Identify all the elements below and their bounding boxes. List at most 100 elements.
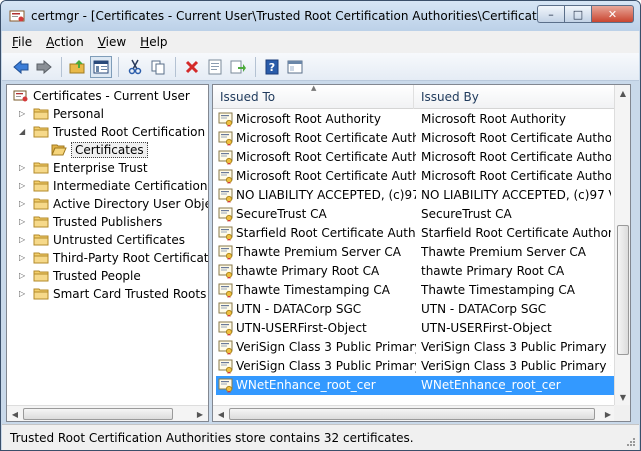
- tree-item[interactable]: ▷ Third-Party Root Certification: [19, 249, 208, 267]
- list-hscroll-thumb[interactable]: [229, 408, 595, 420]
- scrollbar-corner: [614, 405, 630, 421]
- issued-by-cell: UTN-USERFirst-Object: [421, 321, 552, 335]
- certificate-row[interactable]: SecureTrust CA SecureTrust CA: [216, 205, 616, 224]
- issued-by-cell: Starfield Root Certificate Authorit...: [421, 226, 611, 240]
- certificate-list[interactable]: Issued To ▲ Issued By Microsoft Root Aut…: [212, 84, 631, 422]
- certificate-icon: [218, 150, 233, 165]
- expand-icon[interactable]: ▷: [19, 181, 28, 190]
- tree-item[interactable]: Certificates: [51, 141, 148, 159]
- certificate-row[interactable]: Thawte Timestamping CA Thawte Timestampin…: [216, 281, 616, 300]
- cut-icon: [128, 59, 142, 74]
- issued-to-cell: Thawte Premium Server CA: [236, 245, 401, 259]
- tree-item[interactable]: ▷ Untrusted Certificates: [19, 231, 185, 249]
- expand-icon[interactable]: ▷: [19, 199, 28, 208]
- tree-item[interactable]: ▷ Intermediate Certification Au: [19, 177, 208, 195]
- title-bar[interactable]: certmgr - [Certificates - Current User\T…: [1, 1, 640, 31]
- tree-item-label: Personal: [53, 107, 105, 121]
- certificate-row[interactable]: Starfield Root Certificate Autho... Starf…: [216, 224, 616, 243]
- issued-by-cell: Microsoft Root Authority: [421, 112, 566, 126]
- expand-icon[interactable]: ▷: [19, 109, 28, 118]
- expand-icon[interactable]: ▷: [19, 253, 28, 262]
- tree-horizontal-scrollbar[interactable]: ◀ ▶: [7, 405, 208, 421]
- certificate-row[interactable]: Microsoft Root Certificate Auth... Micros…: [216, 129, 616, 148]
- certificate-row[interactable]: Microsoft Root Certificate Auth... Micros…: [216, 148, 616, 167]
- close-button[interactable]: ✕: [591, 5, 634, 23]
- column-issued-to[interactable]: Issued To ▲: [213, 85, 414, 109]
- collapse-icon[interactable]: ◢: [19, 127, 28, 136]
- maximize-button[interactable]: □: [564, 5, 591, 23]
- menu-help[interactable]: Help: [140, 35, 167, 49]
- certificate-icon: [218, 264, 233, 279]
- forward-button[interactable]: [33, 56, 55, 78]
- tree-item[interactable]: ▷ Active Directory User Object: [19, 195, 208, 213]
- console-button[interactable]: [284, 56, 306, 78]
- menu-bar: File Action View Help: [2, 31, 639, 53]
- resize-grip-icon[interactable]: [626, 437, 636, 447]
- issued-by-cell: Thawte Premium Server CA: [421, 245, 586, 259]
- up-one-level-button[interactable]: [67, 56, 89, 78]
- certificate-row[interactable]: UTN - DATACorp SGC UTN - DATACorp SGC: [216, 300, 616, 319]
- certificate-row[interactable]: Thawte Premium Server CA Thawte Premium S…: [216, 243, 616, 262]
- toolbar-separator: [255, 56, 256, 77]
- certificate-icon: [218, 245, 233, 260]
- list-horizontal-scrollbar[interactable]: ◀ ▶: [213, 405, 616, 421]
- status-bar: Trusted Root Certification Authorities s…: [2, 424, 639, 450]
- expand-icon[interactable]: ▷: [19, 289, 28, 298]
- properties-icon: [208, 59, 222, 74]
- certificate-icon: [218, 131, 233, 146]
- back-button[interactable]: [10, 56, 32, 78]
- certificate-icon: [218, 340, 233, 355]
- help-button[interactable]: ?: [261, 56, 283, 78]
- minimize-button[interactable]: –: [537, 5, 564, 23]
- folder-icon: [33, 198, 49, 210]
- list-vscroll-thumb[interactable]: [617, 225, 629, 355]
- copy-button[interactable]: [147, 56, 169, 78]
- scroll-right-arrow-icon[interactable]: ▶: [192, 406, 208, 421]
- scroll-up-arrow-icon[interactable]: ▲: [615, 85, 630, 101]
- expand-icon[interactable]: ▷: [19, 271, 28, 280]
- menu-file[interactable]: File: [12, 35, 32, 49]
- tree-item[interactable]: ▷ Trusted People: [19, 267, 141, 285]
- tree-item[interactable]: ▷ Trusted Publishers: [19, 213, 162, 231]
- toolbar-separator: [118, 56, 119, 77]
- delete-button[interactable]: [181, 56, 203, 78]
- certificate-row[interactable]: Microsoft Root Certificate Auth... Micros…: [216, 167, 616, 186]
- certificate-row[interactable]: WNetEnhance_root_cer WNetEnhance_root_cer: [216, 376, 616, 395]
- certificate-icon: [218, 302, 233, 317]
- show-hide-tree-button[interactable]: [90, 55, 112, 78]
- tree-item-label: Certificates: [71, 142, 148, 158]
- tree-item[interactable]: ▷ Personal: [19, 105, 105, 123]
- certificate-row[interactable]: UTN-USERFirst-Object UTN-USERFirst-Object: [216, 319, 616, 338]
- certificate-row[interactable]: thawte Primary Root CA thawte Primary Roo…: [216, 262, 616, 281]
- menu-view[interactable]: View: [98, 35, 126, 49]
- tree-item[interactable]: Certificates - Current User: [13, 87, 190, 105]
- issued-by-cell: VeriSign Class 3 Public Primary Ce...: [421, 359, 611, 373]
- menu-help-accel: H: [140, 35, 150, 49]
- certificate-row[interactable]: Microsoft Root Authority Microsoft Root A…: [216, 110, 616, 129]
- menu-view-label: iew: [105, 35, 127, 49]
- menu-action[interactable]: Action: [46, 35, 84, 49]
- tree-item[interactable]: ▷ Enterprise Trust: [19, 159, 148, 177]
- tree-item[interactable]: ◢ Trusted Root Certification Au: [19, 123, 208, 141]
- certificate-row[interactable]: VeriSign Class 3 Public Primary ... VeriS…: [216, 338, 616, 357]
- expand-icon[interactable]: ▷: [19, 235, 28, 244]
- export-list-button[interactable]: [227, 56, 249, 78]
- certificate-row[interactable]: NO LIABILITY ACCEPTED, (c)97 ... NO LIABI…: [216, 186, 616, 205]
- list-vertical-scrollbar[interactable]: ▲ ▼: [614, 85, 630, 405]
- scroll-down-arrow-icon[interactable]: ▼: [615, 389, 630, 405]
- certificate-icon: [218, 283, 233, 298]
- toolbar: ?: [2, 53, 639, 81]
- expand-icon[interactable]: ▷: [19, 217, 28, 226]
- certificate-row[interactable]: VeriSign Class 3 Public Primary ... VeriS…: [216, 357, 616, 376]
- scroll-left-arrow-icon[interactable]: ◀: [7, 406, 23, 421]
- properties-button[interactable]: [204, 56, 226, 78]
- scroll-left-arrow-icon[interactable]: ◀: [213, 406, 229, 421]
- certificate-icon: [218, 359, 233, 374]
- console-tree[interactable]: Certificates - Current User ▷ Personal ◢ Tru…: [6, 84, 209, 422]
- issued-to-cell: SecureTrust CA: [236, 207, 327, 221]
- expand-icon[interactable]: ▷: [19, 163, 28, 172]
- cut-button[interactable]: [124, 56, 146, 78]
- tree-hscroll-thumb[interactable]: [23, 408, 173, 420]
- column-issued-by[interactable]: Issued By: [414, 85, 616, 109]
- tree-item[interactable]: ▷ Smart Card Trusted Roots: [19, 285, 206, 303]
